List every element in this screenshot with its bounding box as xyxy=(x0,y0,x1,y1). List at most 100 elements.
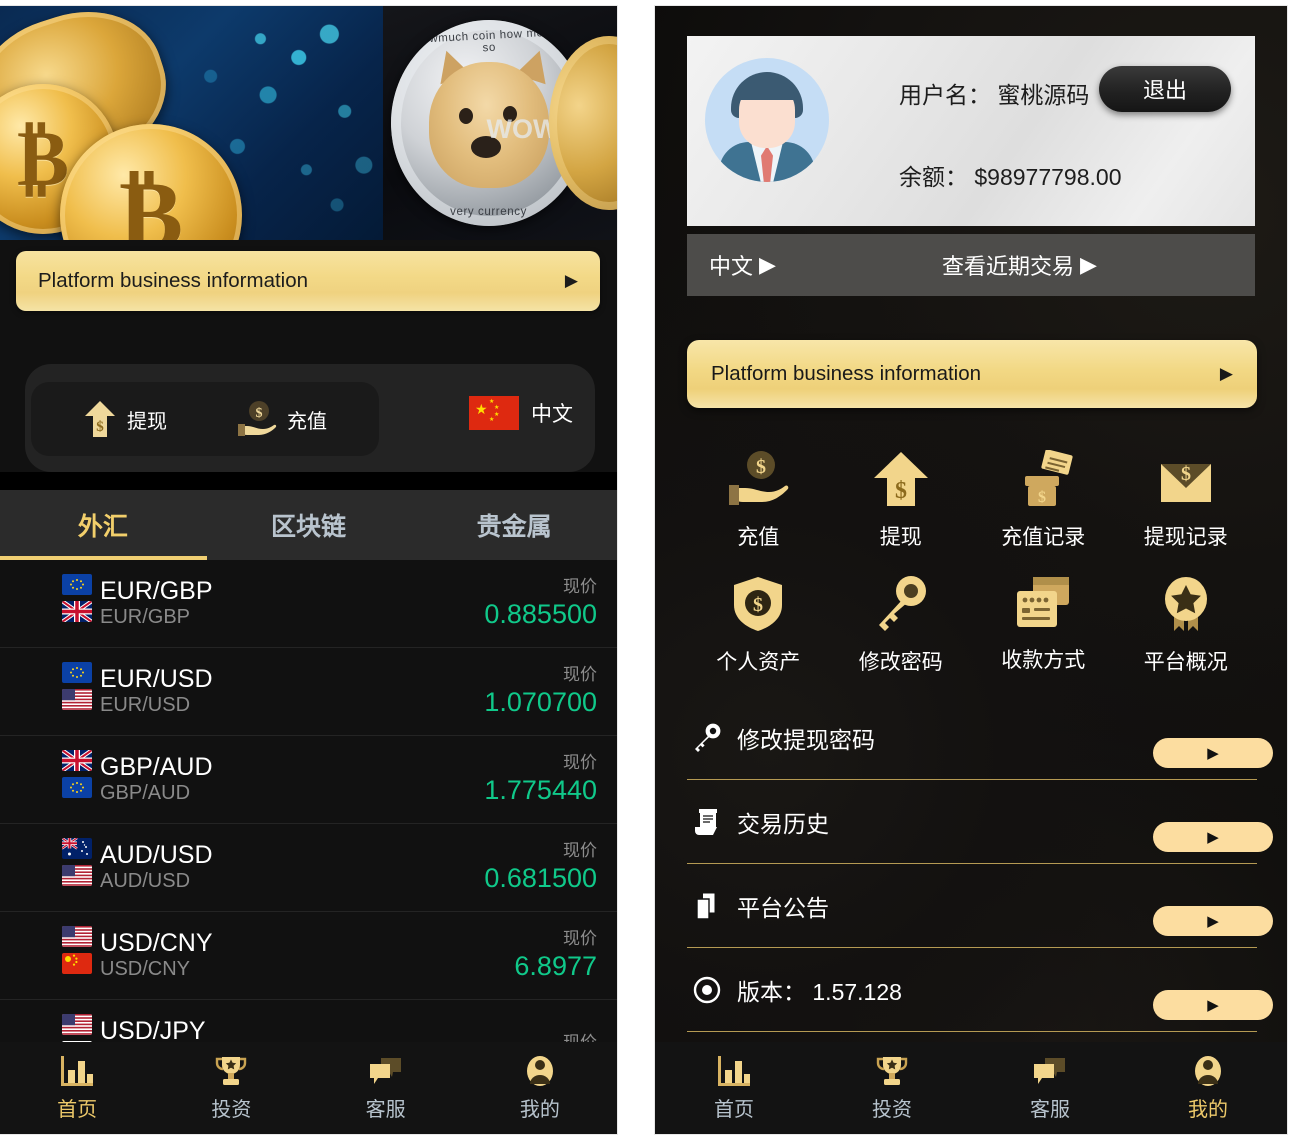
us-flag-icon xyxy=(62,689,92,710)
bottom-navigation: 首页 投资 客服 我的 xyxy=(655,1042,1287,1134)
list-item-transaction-history[interactable]: 交易历史 ▶ xyxy=(687,780,1273,864)
tab-blockchain[interactable]: 区块链 xyxy=(206,490,412,560)
deposit-box-icon: $ xyxy=(1013,450,1073,508)
nav-item-home[interactable]: 首页 xyxy=(0,1054,154,1122)
nav-support-label: 客服 xyxy=(365,1099,406,1121)
table-row[interactable]: USD/CNY USD/CNY 现价 6.8977 xyxy=(0,912,617,1000)
row-names: EUR/GBP EUR/GBP xyxy=(100,577,213,630)
grid-item-withdraw[interactable]: $ 提现 xyxy=(830,436,973,551)
avatar-fringe xyxy=(739,82,795,100)
svg-text:$: $ xyxy=(96,419,104,435)
chat-bubbles-icon xyxy=(368,1054,404,1088)
row-flags xyxy=(62,574,92,622)
nav-invest-label: 投资 xyxy=(211,1099,252,1121)
dogecoin-photo: wowmuch coin how money so WOW very curre… xyxy=(382,6,617,240)
chevron-right-icon[interactable]: ▶ xyxy=(1153,905,1273,936)
trophy-icon xyxy=(213,1054,249,1088)
recharge-label: 充值 xyxy=(287,410,327,433)
pair-sub: GBP/AUD xyxy=(100,782,191,804)
withdraw-button[interactable]: $ 提现 xyxy=(83,400,167,438)
chat-bubbles-icon xyxy=(1032,1054,1068,1088)
grid-item-withdraw-records[interactable]: $ 提现记录 xyxy=(1115,436,1258,551)
us-flag-icon xyxy=(62,1014,92,1035)
recent-transactions-label: 查看近期交易 xyxy=(941,254,1074,279)
target-icon xyxy=(687,976,727,1004)
logout-button[interactable]: 退出 xyxy=(1099,66,1231,112)
profile-card: 用户名： 蜜桃源码 余额： $98977798.00 退出 xyxy=(687,36,1255,226)
tab-forex[interactable]: 外汇 xyxy=(0,490,207,560)
svg-text:$: $ xyxy=(1181,463,1191,485)
banner-label: Platform business information xyxy=(711,362,982,385)
price-caption: 现价 xyxy=(563,665,597,685)
price-value: 0.885500 xyxy=(484,598,597,629)
nav-item-profile[interactable]: 我的 xyxy=(463,1054,617,1122)
gb-flag-icon xyxy=(62,601,92,622)
balance-text: 余额： $98977798.00 xyxy=(899,164,1122,190)
chevron-right-icon[interactable]: ▶ xyxy=(1153,737,1273,768)
grid-item-recharge-records[interactable]: $ 充值记录 xyxy=(972,436,1115,551)
nav-item-invest[interactable]: 投资 xyxy=(813,1054,971,1122)
chevron-right-icon: ▶ xyxy=(1219,364,1233,383)
nav-item-support[interactable]: 客服 xyxy=(309,1054,463,1122)
pair-sub: AUD/USD xyxy=(100,870,191,892)
row-price-block: 现价 0.885500 xyxy=(484,577,597,630)
profile-sub-bar: 中文 ▶ 查看近期交易 ▶ xyxy=(687,234,1255,296)
hero-banner[interactable]: ₿ ₿ wowmuch coin how money so WOW very c… xyxy=(0,6,617,240)
grid-item-recharge[interactable]: $ 充值 xyxy=(687,436,830,551)
nav-invest-label: 投资 xyxy=(872,1099,912,1121)
chevron-right-icon: ▶ xyxy=(1079,252,1097,277)
table-row[interactable]: EUR/GBP EUR/GBP 现价 0.885500 xyxy=(0,560,617,648)
bar-chart-icon xyxy=(59,1054,95,1088)
recharge-button[interactable]: $ 充值 xyxy=(237,400,327,438)
nav-item-home[interactable]: 首页 xyxy=(655,1054,813,1122)
grid-item-platform-overview[interactable]: 平台概况 xyxy=(1115,561,1258,676)
logout-label: 退出 xyxy=(1142,78,1187,103)
table-row[interactable]: AUD/USD AUD/USD 现价 0.681500 xyxy=(0,824,617,912)
list-item-platform-announcement[interactable]: 平台公告 ▶ xyxy=(687,864,1273,948)
cards-icon xyxy=(1013,575,1073,631)
pair-name: GBP/AUD xyxy=(100,753,213,781)
us-flag-icon xyxy=(62,865,92,886)
hand-coin-icon: $ xyxy=(237,400,277,438)
nav-item-invest[interactable]: 投资 xyxy=(154,1054,308,1122)
grid-item-label: 提现记录 xyxy=(1143,526,1228,549)
receipt-icon xyxy=(687,807,727,837)
eu-flag-icon xyxy=(62,777,92,798)
price-caption: 现价 xyxy=(563,929,597,949)
bottom-navigation: 首页 投资 客服 我的 xyxy=(0,1042,617,1134)
grid-item-personal-assets[interactable]: $ 个人资产 xyxy=(687,561,830,676)
list-item-label: 交易历史 xyxy=(737,810,829,837)
grid-item-change-password[interactable]: 修改密码 xyxy=(830,561,973,676)
svg-text:$: $ xyxy=(753,594,763,616)
grid-item-payment-method[interactable]: 收款方式 xyxy=(972,561,1115,676)
chevron-right-icon[interactable]: ▶ xyxy=(1153,821,1273,852)
table-row[interactable]: GBP/AUD GBP/AUD 现价 1.775440 xyxy=(0,736,617,824)
row-flags xyxy=(62,838,92,886)
chevron-right-icon[interactable]: ▶ xyxy=(1153,989,1273,1020)
platform-business-information-banner[interactable]: Platform business information ▶ xyxy=(16,251,600,311)
price-value: 0.681500 xyxy=(484,862,597,893)
row-price-block: 现价 0.681500 xyxy=(484,841,597,894)
recent-transactions-link[interactable]: 查看近期交易 ▶ xyxy=(942,249,1097,281)
tab-precious-metals-label: 贵金属 xyxy=(476,513,552,541)
list-item-version[interactable]: 版本： 1.57.128 ▶ xyxy=(687,948,1273,1032)
row-flags xyxy=(62,750,92,798)
au-flag-icon xyxy=(62,838,92,859)
pair-name: USD/CNY xyxy=(100,929,213,957)
language-selector[interactable]: 中文 ▶ xyxy=(709,249,776,281)
price-value: 1.775440 xyxy=(484,774,597,805)
right-phone-screen: 用户名： 蜜桃源码 余额： $98977798.00 退出 中文 ▶ 查看近期交… xyxy=(655,6,1287,1134)
tab-precious-metals[interactable]: 贵金属 xyxy=(411,490,617,560)
row-price-block: 现价 1.775440 xyxy=(484,753,597,806)
platform-business-information-banner[interactable]: Platform business information ▶ xyxy=(687,340,1257,408)
row-names: AUD/USD AUD/USD xyxy=(100,841,213,894)
trophy-icon xyxy=(874,1054,910,1088)
nav-item-profile[interactable]: 我的 xyxy=(1129,1054,1287,1122)
table-row[interactable]: EUR/USD EUR/USD 现价 1.070700 xyxy=(0,648,617,736)
list-item-label: 修改提现密码 xyxy=(737,726,875,753)
nav-home-label: 首页 xyxy=(714,1099,754,1121)
envelope-dollar-icon: $ xyxy=(1157,450,1215,508)
list-item-change-withdraw-password[interactable]: 修改提现密码 ▶ xyxy=(687,696,1273,780)
nav-item-support[interactable]: 客服 xyxy=(971,1054,1129,1122)
language-selector[interactable]: ★ ★ ★ ★ ★ 中文 xyxy=(469,396,573,430)
